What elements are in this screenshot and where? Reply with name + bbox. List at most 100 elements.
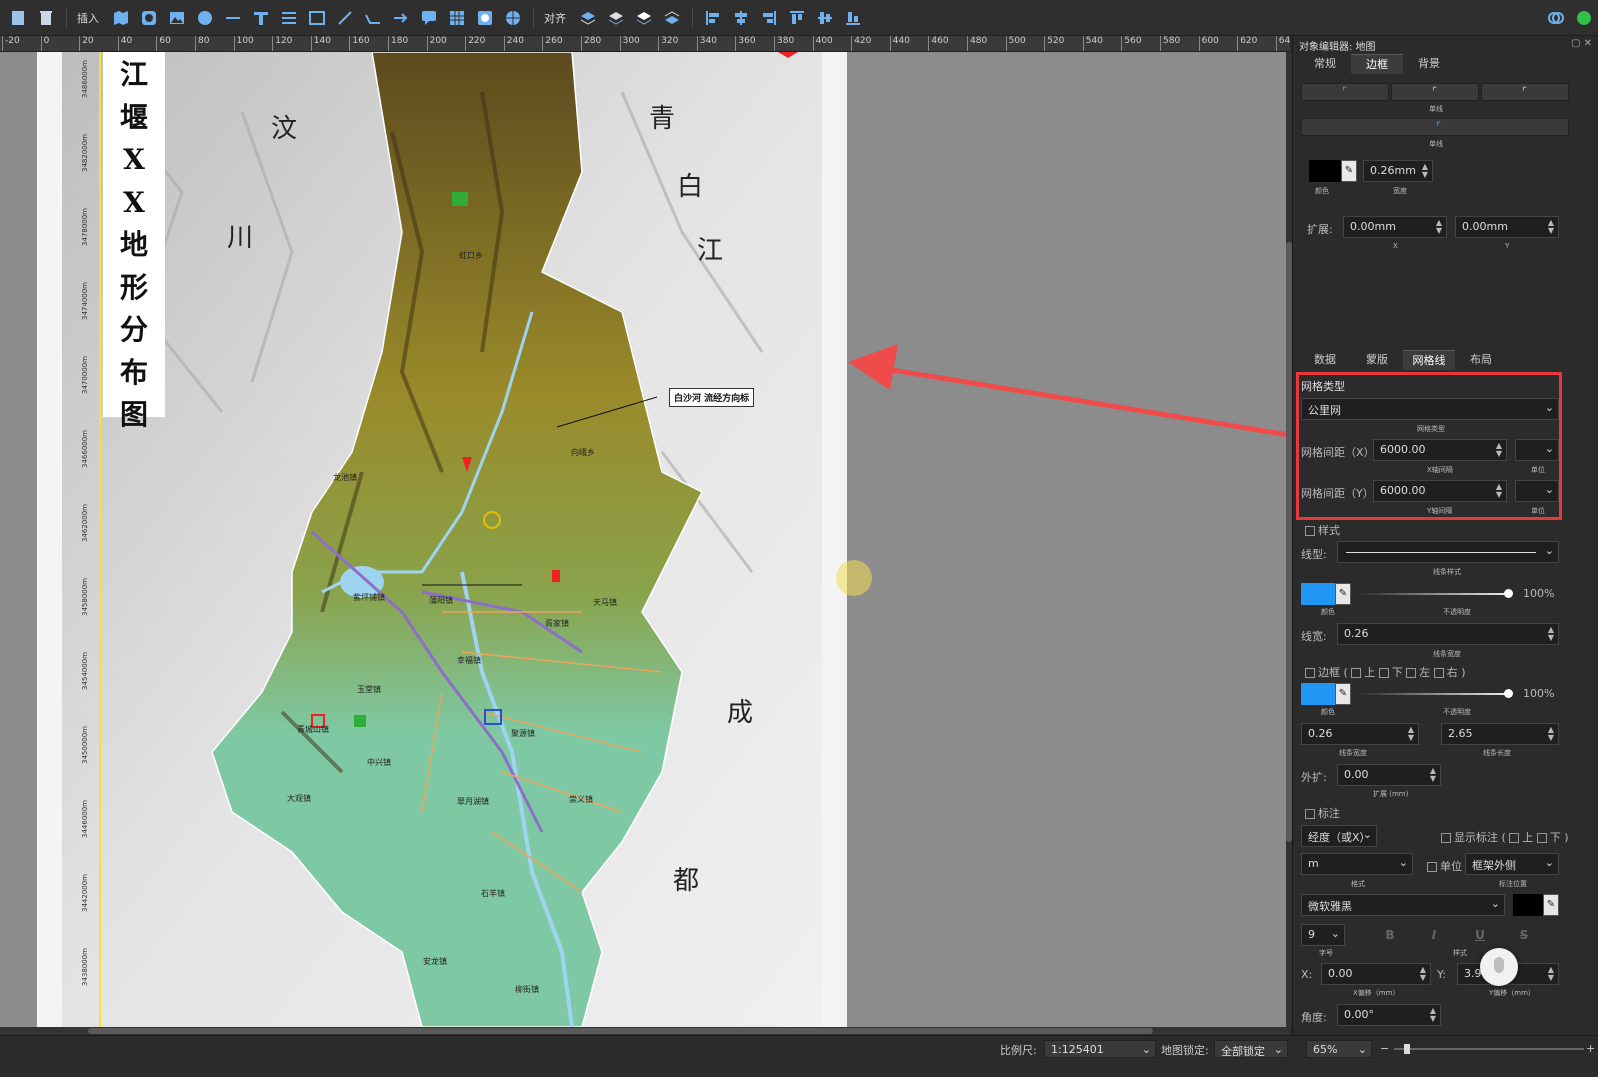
eyedropper-icon[interactable]: ✎ (1335, 583, 1351, 605)
spinner-icon[interactable]: ▲ ▼ (1408, 726, 1414, 742)
zoom-slider-handle[interactable] (1404, 1044, 1410, 1054)
tab-data[interactable]: 数据 (1299, 350, 1351, 370)
checkbox-icon[interactable] (1305, 668, 1315, 678)
eyedropper-icon[interactable]: ✎ (1335, 683, 1351, 705)
globe-icon[interactable] (138, 7, 160, 29)
underline-button[interactable]: U (1471, 926, 1489, 944)
new-page-icon[interactable] (7, 7, 29, 29)
checkbox-icon[interactable] (1441, 833, 1451, 843)
style-checkbox[interactable]: 样式 (1305, 522, 1340, 538)
layout-page[interactable]: 江堰XX地形分布图 汶 川 青 白 江 成 都 白沙河 流经方向标 348600… (37, 52, 847, 1027)
eyedropper-icon[interactable]: ✎ (1543, 894, 1559, 916)
zoom-select[interactable]: 65% ⌄ (1306, 1040, 1372, 1058)
zoom-out-icon[interactable]: − (1380, 1042, 1389, 1055)
river-direction-callout[interactable]: 白沙河 流经方向标 (669, 388, 755, 407)
checkbox-icon[interactable] (1536, 833, 1547, 843)
italic-button[interactable]: I (1425, 926, 1443, 944)
border-style-single[interactable]: ⌜ (1301, 83, 1389, 101)
user-icon[interactable] (1573, 7, 1595, 29)
picture-icon[interactable] (474, 7, 496, 29)
slider-knob[interactable] (1504, 589, 1513, 598)
circle-icon[interactable] (194, 7, 216, 29)
strikethrough-button[interactable]: S (1515, 926, 1533, 944)
spinner-icon[interactable]: ▲ ▼ (1430, 1007, 1436, 1023)
callout-icon[interactable] (418, 7, 440, 29)
text-icon[interactable] (250, 7, 272, 29)
scale-select[interactable]: 1:125401 ⌄ (1044, 1040, 1156, 1058)
image-icon[interactable] (166, 7, 188, 29)
border-color-swatch[interactable] (1309, 160, 1343, 182)
pen-icon[interactable] (334, 7, 356, 29)
microphone-icon[interactable] (1480, 948, 1518, 986)
spinner-icon[interactable]: ▲ ▼ (1430, 767, 1436, 783)
spinner-icon[interactable]: ▲ ▼ (1548, 219, 1554, 235)
earth-icon[interactable] (502, 7, 524, 29)
tab-mask[interactable]: 蒙版 (1351, 350, 1403, 370)
align-right-icon[interactable] (758, 7, 780, 29)
tab-border[interactable]: 边框 (1351, 54, 1403, 74)
checkbox-icon[interactable] (1351, 668, 1362, 678)
layer-bottom-icon[interactable] (661, 7, 683, 29)
map-lock-select[interactable]: 全部锁定 ⌄ (1214, 1040, 1288, 1058)
border-length-field[interactable]: 2.65 ▲ ▼ (1441, 723, 1559, 745)
horizontal-scrollbar[interactable] (0, 1027, 1290, 1035)
line-icon[interactable] (222, 7, 244, 29)
map-title-box[interactable]: 江堰XX地形分布图 (103, 52, 165, 431)
annotation-checkbox[interactable]: 标注 (1305, 805, 1340, 821)
font-select[interactable]: 微软雅黑 ⌄ (1301, 894, 1505, 916)
align-center-icon[interactable] (730, 7, 752, 29)
arrow-icon[interactable] (390, 7, 412, 29)
border-width-field-2[interactable]: 0.26 ▲ ▼ (1301, 723, 1419, 745)
table-icon[interactable] (446, 7, 468, 29)
align-left-icon[interactable] (702, 7, 724, 29)
zoom-slider[interactable] (1394, 1044, 1584, 1054)
angle-field[interactable]: 0.00° ▲ ▼ (1337, 1004, 1441, 1026)
align-bottom-icon[interactable] (842, 7, 864, 29)
checkbox-icon[interactable] (1433, 668, 1444, 678)
border-width-field[interactable]: 0.26mm ▲ ▼ (1363, 160, 1433, 182)
spinner-icon[interactable]: ▲ ▼ (1548, 626, 1554, 642)
panel-window-controls[interactable]: ▢ ✕ (1571, 38, 1592, 49)
layer-up-icon[interactable] (605, 7, 627, 29)
align-top-icon[interactable] (786, 7, 808, 29)
grid-opacity-slider[interactable] (1359, 589, 1513, 598)
border-style-double[interactable]: ⌜ (1391, 83, 1479, 101)
bold-button[interactable]: B (1381, 926, 1399, 944)
annotation-unit-select[interactable]: m ⌄ (1301, 853, 1413, 875)
checkbox-icon[interactable] (1378, 668, 1389, 678)
checkbox-icon[interactable] (1509, 833, 1520, 843)
border-opacity-slider[interactable] (1359, 689, 1513, 698)
map-icon[interactable] (110, 7, 132, 29)
list-icon[interactable] (278, 7, 300, 29)
font-size-select[interactable]: 9 ⌄ (1301, 924, 1345, 946)
annotation-axis-select[interactable]: 经度（或X） ⌄ (1301, 825, 1377, 847)
terrain-map[interactable] (62, 52, 822, 1027)
layer-top-icon[interactable] (577, 7, 599, 29)
x-offset-field[interactable]: 0.00 ▲ ▼ (1321, 963, 1431, 985)
zoom-in-icon[interactable]: + (1586, 1042, 1595, 1055)
linewidth-field[interactable]: 0.26 ▲ ▼ (1337, 623, 1559, 645)
outer-field[interactable]: 0.00 ▲ ▼ (1337, 764, 1441, 786)
align-middle-icon[interactable] (814, 7, 836, 29)
slider-knob[interactable] (1504, 689, 1513, 698)
grid-line-color-swatch[interactable] (1301, 583, 1335, 605)
border-style-triple[interactable]: ⌜ (1481, 83, 1569, 101)
spinner-icon[interactable]: ▲ ▼ (1436, 219, 1442, 235)
rectangle-icon[interactable] (306, 7, 328, 29)
horizontal-ruler[interactable]: -20 0 20 40 60 80 100 120 140 160 180 200 220 240 260 2… (0, 36, 1290, 52)
tab-layout[interactable]: 布局 (1455, 350, 1507, 370)
linetype-select[interactable]: ⌄ (1337, 541, 1559, 563)
spinner-icon[interactable]: ▲ ▼ (1548, 726, 1554, 742)
expand-y-field[interactable]: 0.00mm ▲ ▼ (1455, 216, 1559, 238)
horizontal-scroll-thumb[interactable] (88, 1028, 1153, 1034)
layout-canvas[interactable]: 江堰XX地形分布图 汶 川 青 白 江 成 都 白沙河 流经方向标 348600… (0, 52, 1290, 1027)
delete-icon[interactable] (35, 7, 57, 29)
line-style-select[interactable]: ⌜ (1301, 118, 1569, 136)
annotation-position-select[interactable]: 框架外侧 ⌄ (1465, 853, 1559, 875)
spinner-icon[interactable]: ▲ ▼ (1420, 966, 1426, 982)
expand-x-field[interactable]: 0.00mm ▲ ▼ (1343, 216, 1447, 238)
tab-general[interactable]: 常规 (1299, 54, 1351, 74)
border-line-color-swatch[interactable] (1301, 683, 1335, 705)
layer-down-icon[interactable] (633, 7, 655, 29)
font-color-swatch[interactable] (1513, 894, 1547, 916)
